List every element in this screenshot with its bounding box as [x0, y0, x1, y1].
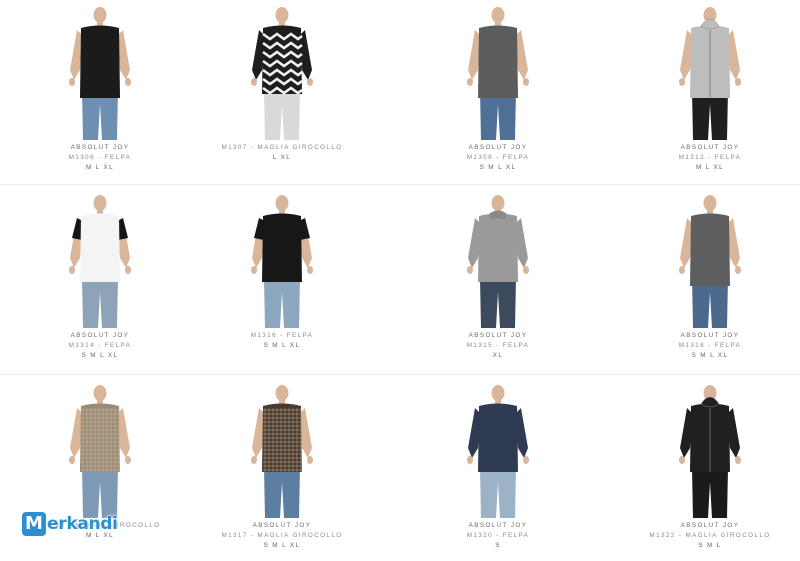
product-meta: ABSOLUT JOY M1308 - FELPA S M L XL	[398, 143, 598, 173]
product-row: M1319 - MAGLIA GIROCOLLO M L XL ABSOLUT …	[0, 378, 800, 561]
product-image[interactable]	[55, 384, 145, 518]
product-meta: ABSOLUT JOY M1320 - FELPA S	[398, 521, 598, 551]
product-card[interactable]: ABSOLUT JOY M1314 - FELPA S M L XL	[0, 188, 200, 373]
product-brand: ABSOLUT JOY	[680, 332, 740, 339]
product-meta: M1316 - FELPA S M L XL	[182, 331, 382, 351]
product-image[interactable]	[237, 384, 327, 518]
product-sizes: S M L XL	[479, 164, 517, 171]
product-model[interactable]: M1314 - FELPA	[0, 341, 200, 351]
product-brand: ABSOLUT JOY	[680, 144, 740, 151]
product-sizes: M L XL	[695, 164, 725, 171]
product-card[interactable]: M1307 - MAGLIA GIROCOLLO L XL	[182, 0, 382, 185]
product-image[interactable]	[665, 6, 755, 140]
product-image[interactable]	[55, 6, 145, 140]
product-sizes: S M L XL	[263, 542, 301, 549]
product-image[interactable]	[453, 194, 543, 328]
model-photo	[251, 385, 313, 518]
product-brand: ABSOLUT JOY	[252, 522, 312, 529]
product-sizes: S M L	[698, 542, 722, 549]
product-model[interactable]: M1316 - FELPA	[182, 331, 382, 341]
product-model[interactable]: M1320 - FELPA	[398, 531, 598, 541]
model-photo	[69, 195, 131, 328]
product-card[interactable]: ABSOLUT JOY M1308 - FELPA S M L XL	[398, 0, 598, 185]
product-model[interactable]: M1315 - FELPA	[398, 341, 598, 351]
model-photo	[467, 7, 529, 140]
product-sizes: M L XL	[85, 164, 115, 171]
product-model[interactable]: M1322 - MAGLIA GIROCOLLO	[610, 531, 800, 541]
product-meta: ABSOLUT JOY M1315 - FELPA XL	[398, 331, 598, 361]
product-image[interactable]	[55, 194, 145, 328]
product-meta: ABSOLUT JOY M1314 - FELPA S M L XL	[0, 331, 200, 361]
product-row: ABSOLUT JOY M1314 - FELPA S M L XL M1316…	[0, 188, 800, 378]
product-row: ABSOLUT JOY M1306 - FELPA M L XL M1307 -…	[0, 0, 800, 190]
product-brand: ABSOLUT JOY	[468, 332, 528, 339]
product-sizes: S	[495, 542, 501, 549]
product-card[interactable]: ABSOLUT JOY M1318 - FELPA S M L XL	[610, 188, 800, 373]
product-grid: ABSOLUT JOY M1306 - FELPA M L XL M1307 -…	[0, 0, 800, 561]
watermark-text: erkandi	[47, 514, 118, 534]
model-photo	[679, 195, 741, 328]
product-model[interactable]: M1306 - FELPA	[0, 153, 200, 163]
product-model[interactable]: M1308 - FELPA	[398, 153, 598, 163]
product-model[interactable]: M1307 - MAGLIA GIROCOLLO	[182, 143, 382, 153]
product-card[interactable]: ABSOLUT JOY M1320 - FELPA S	[398, 378, 598, 561]
product-card[interactable]: M1316 - FELPA S M L XL	[182, 188, 382, 373]
product-brand: ABSOLUT JOY	[70, 144, 130, 151]
product-image[interactable]	[453, 384, 543, 518]
product-sizes: XL	[492, 352, 504, 359]
product-brand: ABSOLUT JOY	[680, 522, 740, 529]
model-photo	[69, 7, 131, 140]
product-sizes: S M L XL	[81, 352, 119, 359]
model-photo	[467, 195, 529, 328]
product-brand: ABSOLUT JOY	[468, 522, 528, 529]
model-photo	[467, 385, 529, 518]
product-image[interactable]	[453, 6, 543, 140]
product-meta: ABSOLUT JOY M1306 - FELPA M L XL	[0, 143, 200, 173]
product-image[interactable]	[237, 194, 327, 328]
product-card[interactable]: ABSOLUT JOY M1317 - MAGLIA GIROCOLLO S M…	[182, 378, 382, 561]
product-meta: ABSOLUT JOY M1318 - FELPA S M L XL	[610, 331, 800, 361]
product-card[interactable]: ABSOLUT JOY M1315 - FELPA XL	[398, 188, 598, 373]
product-model[interactable]: M1312 - FELPA	[610, 153, 800, 163]
product-sizes: S M L XL	[691, 352, 729, 359]
model-photo	[251, 7, 313, 140]
product-meta: ABSOLUT JOY M1322 - MAGLIA GIROCOLLO S M…	[610, 521, 800, 551]
product-brand: ABSOLUT JOY	[70, 332, 130, 339]
product-meta: M1307 - MAGLIA GIROCOLLO L XL	[182, 143, 382, 163]
model-photo	[679, 7, 741, 140]
product-card[interactable]: ABSOLUT JOY M1322 - MAGLIA GIROCOLLO S M…	[610, 378, 800, 561]
product-image[interactable]	[237, 6, 327, 140]
product-model[interactable]: M1318 - FELPA	[610, 341, 800, 351]
product-sizes: S M L XL	[263, 342, 301, 349]
product-card[interactable]: ABSOLUT JOY M1306 - FELPA M L XL	[0, 0, 200, 185]
product-sizes: L XL	[272, 154, 292, 161]
model-photo	[251, 195, 313, 328]
product-image[interactable]	[665, 384, 755, 518]
merkandi-watermark-logo: M erkandi	[22, 512, 120, 536]
product-model[interactable]: M1317 - MAGLIA GIROCOLLO	[182, 531, 382, 541]
product-brand: ABSOLUT JOY	[468, 144, 528, 151]
model-photo	[69, 385, 131, 518]
product-image[interactable]	[665, 194, 755, 328]
product-meta: ABSOLUT JOY M1312 - FELPA M L XL	[610, 143, 800, 173]
watermark-badge: M	[22, 512, 46, 536]
model-photo	[679, 385, 741, 518]
product-card[interactable]: ABSOLUT JOY M1312 - FELPA M L XL	[610, 0, 800, 185]
product-meta: ABSOLUT JOY M1317 - MAGLIA GIROCOLLO S M…	[182, 521, 382, 551]
